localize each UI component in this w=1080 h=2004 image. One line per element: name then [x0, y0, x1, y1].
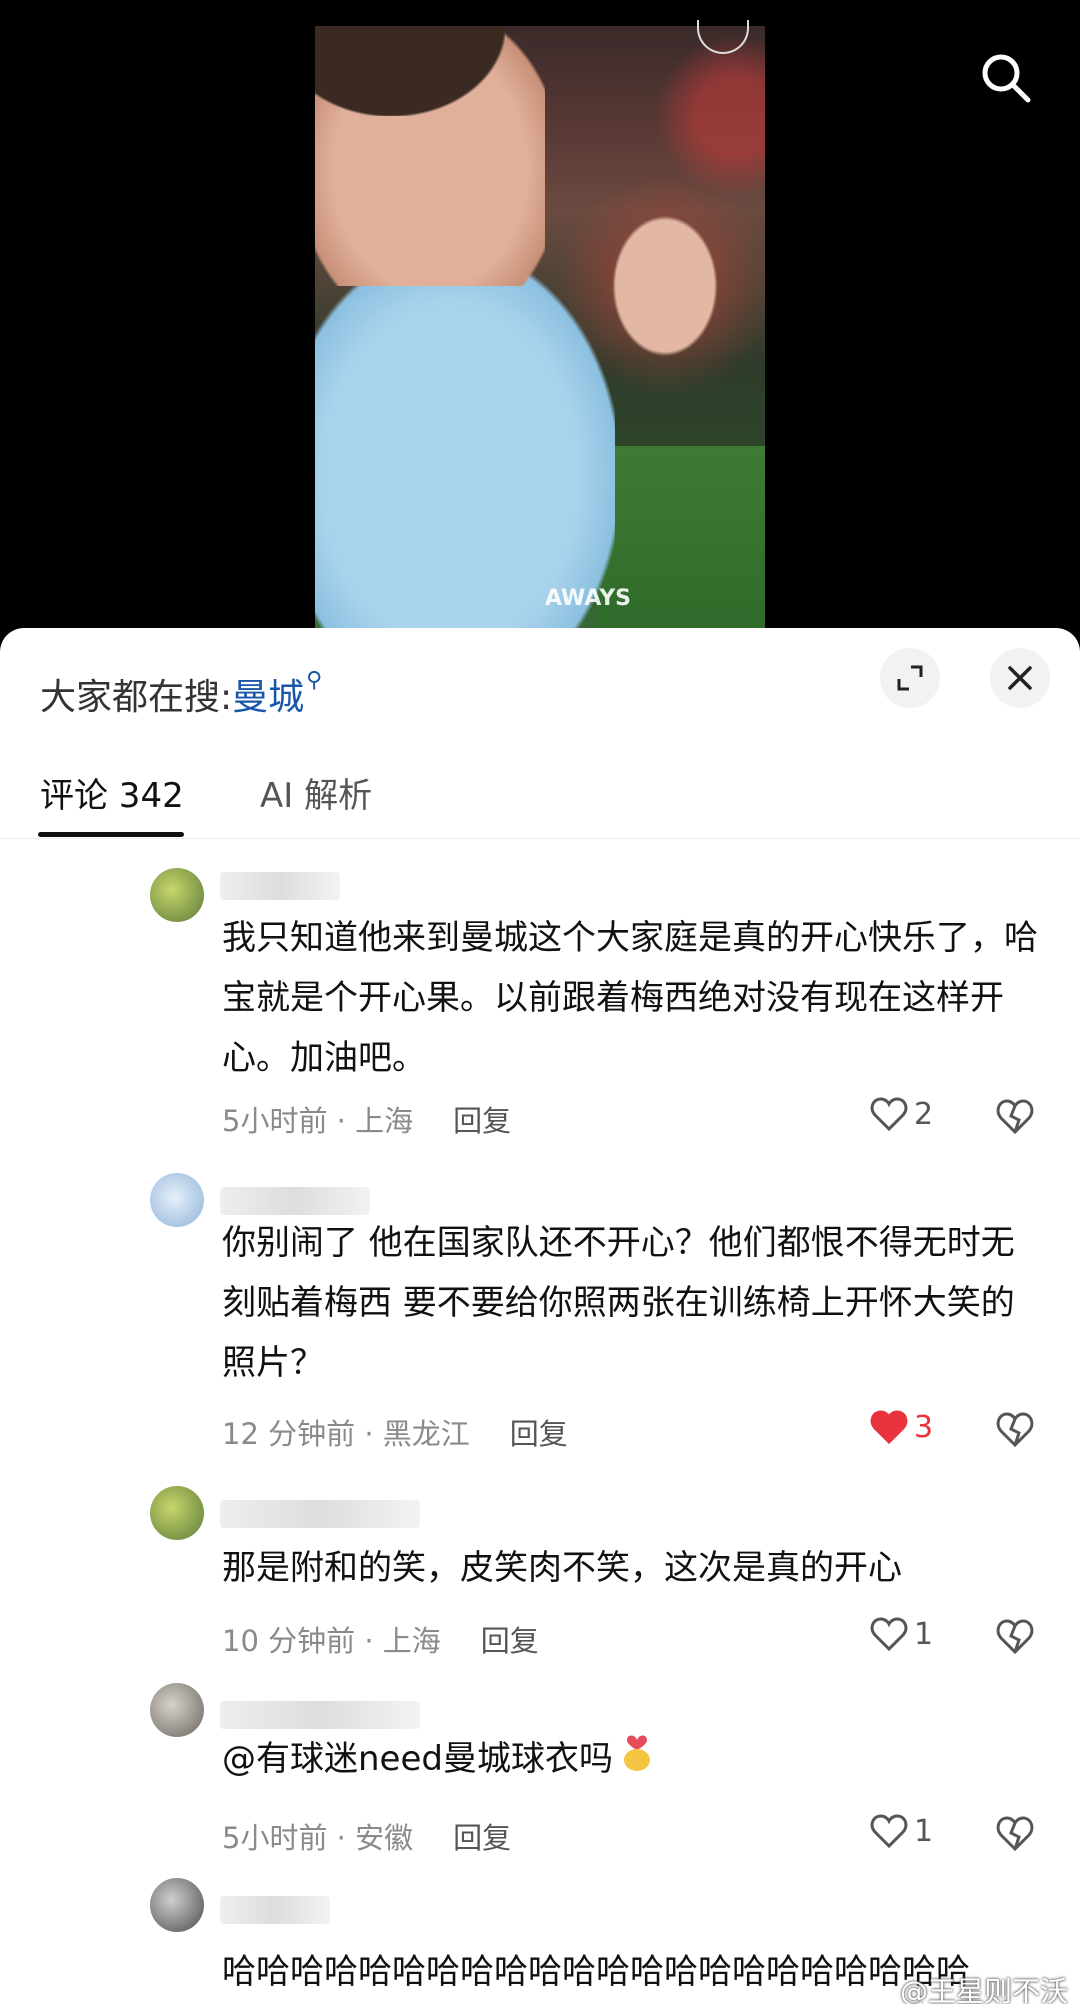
comment-text: 你别闹了 他在国家队还不开心？他们都恨不得无时无刻贴着梅西 要不要给你照两张在训… [222, 1223, 1015, 1383]
active-tab-indicator [38, 832, 184, 837]
like-count: 1 [914, 1813, 934, 1849]
dislike-heart-icon[interactable] [995, 1096, 1035, 1136]
small-search-icon: ⚲ [306, 668, 323, 693]
heart-icon [870, 1814, 908, 1849]
expand-button[interactable] [880, 648, 940, 708]
username-blurred[interactable] [220, 872, 340, 900]
comment-text: @有球迷need曼城球衣吗 [222, 1729, 1042, 1791]
like-button[interactable]: 3 [870, 1409, 933, 1445]
avatar[interactable] [150, 1486, 204, 1540]
reply-button[interactable]: 回复 [453, 1821, 511, 1855]
comment-meta: 10 分钟前 · 上海 回复 [222, 1618, 539, 1660]
heart-icon [870, 1617, 908, 1652]
like-button[interactable]: 1 [870, 1813, 933, 1849]
trending-search[interactable]: 大家都在搜:曼城⚲ [40, 668, 322, 720]
comment-text: 那是附和的笑，皮笑肉不笑，这次是真的开心 [222, 1548, 902, 1588]
like-count: 2 [914, 1096, 934, 1132]
tab-ai-analysis[interactable]: AI 解析 [260, 768, 372, 817]
tab-bar: 评论 342 AI 解析 [0, 768, 1080, 839]
player-hair [315, 26, 505, 116]
username-blurred[interactable] [220, 1500, 420, 1528]
comment-text: 我只知道他来到曼城这个大家庭是真的开心快乐了，哈宝就是个开心果。以前跟着梅西绝对… [222, 918, 1038, 1078]
username-blurred[interactable] [220, 1896, 330, 1924]
comment-text-content: @有球迷need曼城球衣吗 [222, 1739, 613, 1779]
search-icon[interactable] [978, 50, 1034, 106]
comment-meta: 5小时前 · 上海 回复 [222, 1098, 511, 1140]
video-player[interactable]: AWAYS [0, 0, 1080, 640]
weibo-watermark: @王星则不沃 [900, 1975, 1069, 2004]
like-button[interactable]: 1 [870, 1616, 933, 1652]
player-hand [605, 206, 725, 366]
comment-time-location: 5小时前 · 安徽 [222, 1821, 414, 1855]
tab-comments[interactable]: 评论 342 [40, 768, 184, 817]
dislike-heart-icon[interactable] [995, 1409, 1035, 1449]
like-button[interactable]: 2 [870, 1096, 933, 1132]
heart-hands-emoji-icon [619, 1731, 655, 1791]
close-button[interactable] [990, 648, 1050, 708]
dislike-heart-icon[interactable] [995, 1616, 1035, 1656]
comment-sheet: 大家都在搜:曼城⚲ 评论 342 AI 解析 我只知道他来到曼城这个大家庭是真的… [0, 628, 1080, 2004]
username-blurred[interactable] [220, 1701, 420, 1729]
username-blurred[interactable] [220, 1187, 370, 1215]
video-frame[interactable]: AWAYS [315, 26, 765, 638]
avatar[interactable] [150, 868, 204, 922]
heart-icon [870, 1097, 908, 1132]
comment-meta: 5小时前 · 安徽 回复 [222, 1815, 511, 1857]
avatar[interactable] [150, 1683, 204, 1737]
trending-label: 大家都在搜: [40, 677, 233, 718]
shirt-text: AWAYS [545, 586, 632, 611]
like-count: 1 [914, 1616, 934, 1652]
comment-time-location: 10 分钟前 · 上海 [222, 1624, 441, 1658]
reply-button[interactable]: 回复 [453, 1104, 511, 1138]
player-shirt [315, 256, 615, 638]
expand-icon [897, 665, 923, 691]
close-icon [1008, 666, 1032, 690]
trending-keyword[interactable]: 曼城 [232, 677, 304, 718]
reply-button[interactable]: 回复 [481, 1624, 539, 1658]
dislike-heart-icon[interactable] [995, 1813, 1035, 1853]
heart-filled-icon [870, 1410, 908, 1445]
comment-time-location: 5小时前 · 上海 [222, 1104, 414, 1138]
avatar[interactable] [150, 1878, 204, 1932]
avatar[interactable] [150, 1173, 204, 1227]
comment-meta: 12 分钟前 · 黑龙江 回复 [222, 1411, 568, 1453]
comment-time-location: 12 分钟前 · 黑龙江 [222, 1417, 470, 1451]
reply-button[interactable]: 回复 [510, 1417, 568, 1451]
like-count: 3 [914, 1409, 934, 1445]
